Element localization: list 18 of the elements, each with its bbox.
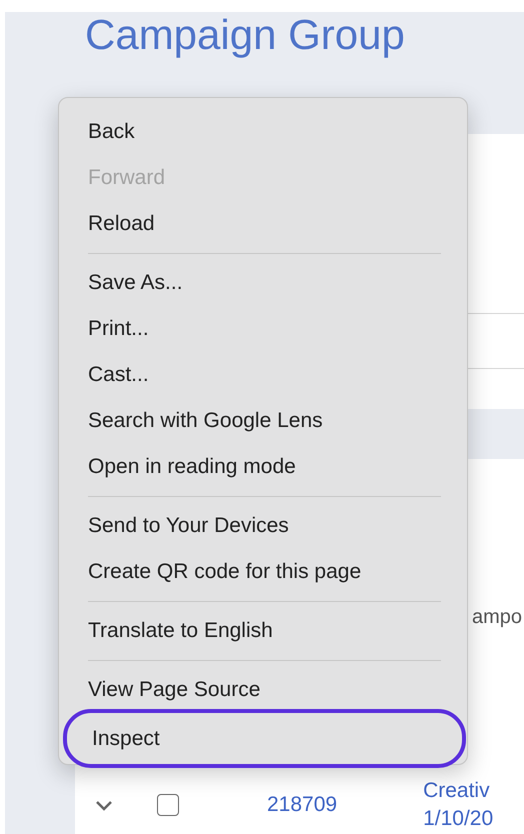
cell-text: 1/10/20	[423, 807, 494, 831]
cell-text: Creativ	[423, 779, 491, 803]
menu-item[interactable]: Create QR code for this page	[59, 549, 467, 595]
chevron-down-icon[interactable]	[95, 800, 113, 810]
menu-item[interactable]: Save As...	[59, 260, 467, 306]
menu-item[interactable]: Reload	[59, 201, 467, 247]
menu-item[interactable]: Translate to English	[59, 608, 467, 654]
highlighted-menu-item[interactable]: Inspect	[63, 709, 466, 768]
menu-item[interactable]: Open in reading mode	[59, 444, 467, 490]
menu-item[interactable]: Print...	[59, 306, 467, 352]
menu-item[interactable]: Cast...	[59, 352, 467, 398]
column-header: ampo	[472, 606, 522, 629]
page-title: Campaign Group	[85, 14, 405, 56]
row-checkbox[interactable]	[157, 794, 179, 816]
menu-item[interactable]: Send to Your Devices	[59, 503, 467, 549]
menu-item[interactable]: Search with Google Lens	[59, 398, 467, 444]
id-link[interactable]: 218709	[267, 793, 338, 817]
menu-item[interactable]: Back	[59, 109, 467, 155]
